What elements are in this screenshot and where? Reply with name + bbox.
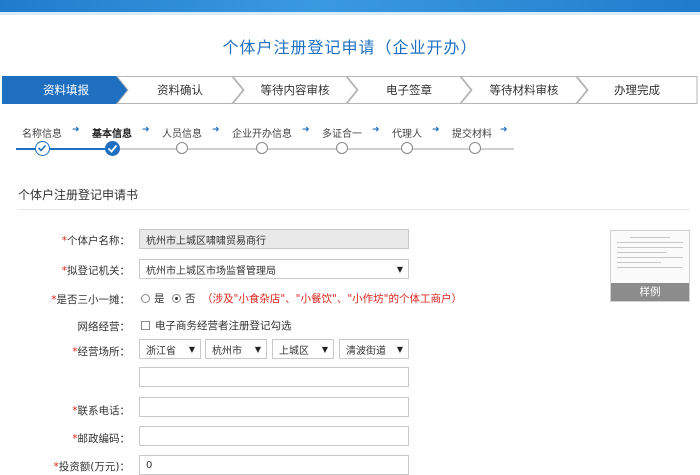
check-icon (37, 144, 47, 152)
city-select[interactable]: 杭州市 ▼ (205, 339, 267, 359)
address-detail-input[interactable] (139, 367, 409, 387)
radio-no[interactable] (172, 294, 181, 303)
three-small-hint: （涉及"小食杂店"、"小餐饮"、"小作坊"的个体工商户） (202, 293, 462, 305)
arrow-right-icon: ➜ (72, 125, 80, 135)
check-icon (107, 144, 118, 153)
three-small-label: *是否三小一摊： (51, 294, 130, 306)
postcode-input[interactable] (139, 426, 409, 446)
ecommerce-checkbox-label: 电子商务经营者注册登记勾选 (155, 320, 292, 332)
investment-input[interactable]: 0 (139, 455, 409, 475)
district-select[interactable]: 上城区 ▼ (272, 339, 334, 359)
sample-document-preview (617, 237, 683, 272)
radio-no-label: 否 (185, 293, 196, 305)
investment-label: *投资额(万元)： (53, 461, 130, 473)
substep-node (176, 142, 188, 154)
substep-submit-materials[interactable]: 提交材料 (452, 125, 492, 140)
step-content-review[interactable]: 等待内容审核 (232, 76, 358, 104)
step-label: 资料确认 (157, 83, 203, 97)
caret-down-icon: ▼ (254, 345, 261, 354)
substep-multi-cert[interactable]: 多证合一 (322, 125, 362, 140)
sample-label: 样例 (611, 283, 689, 301)
name-label: *个体户名称： (61, 235, 130, 247)
radio-yes[interactable] (141, 294, 150, 303)
authority-select[interactable]: 杭州市上城区市场监督管理局 ▼ (139, 259, 409, 279)
street-select[interactable]: 清波街道 ▼ (339, 339, 409, 359)
section-divider (18, 209, 690, 210)
page-title: 个体户注册登记申请（企业开办） (222, 38, 478, 57)
top-banner (0, 0, 700, 12)
sample-thumbnail[interactable]: 样例 (610, 230, 690, 302)
online-label: 网络经营： (77, 321, 131, 333)
substep-personnel-info[interactable]: 人员信息 (162, 125, 202, 140)
step-complete[interactable]: 办理完成 (576, 76, 698, 104)
caret-down-icon: ▼ (188, 345, 195, 354)
step-material-review[interactable]: 等待材料审核 (460, 76, 588, 104)
caret-down-icon: ▼ (396, 265, 403, 274)
authority-label: *拟登记机关： (61, 265, 130, 277)
progress-steps: 资料填报 资料确认 等待内容审核 电子签章 等待材料审核 办理完成 (0, 76, 700, 104)
substep-node-done (35, 141, 50, 156)
radio-yes-label: 是 (154, 293, 165, 305)
caret-down-icon: ▼ (396, 345, 403, 354)
step-fill-info[interactable]: 资料填报 (2, 76, 130, 104)
step-label: 等待内容审核 (260, 83, 330, 97)
step-confirm[interactable]: 资料确认 (116, 76, 244, 104)
step-label: 办理完成 (614, 83, 660, 97)
step-e-signature[interactable]: 电子签章 (346, 76, 472, 104)
postcode-label: *邮政编码： (72, 433, 130, 445)
phone-label: *联系电话： (72, 405, 130, 417)
arrow-right-icon: ➜ (500, 125, 508, 135)
substep-labels: 名称信息 ➜ 基本信息 ➜ 人员信息 ➜ 企业开办信息 ➜ 多证合一 ➜ 代理人… (0, 125, 700, 140)
step-label: 电子签章 (386, 83, 432, 97)
arrow-right-icon: ➜ (432, 125, 440, 135)
substep-agent[interactable]: 代理人 (392, 125, 422, 140)
ecommerce-checkbox[interactable] (141, 321, 150, 330)
substep-node-current (105, 141, 120, 156)
caret-down-icon: ▼ (321, 345, 328, 354)
substep-node (469, 142, 481, 154)
substep-track-progress (16, 148, 112, 150)
substep-basic-info[interactable]: 基本信息 (92, 125, 132, 140)
arrow-right-icon: ➜ (212, 125, 220, 135)
business-name-input[interactable]: 杭州市上城区啸啸贸易商行 (139, 229, 409, 249)
phone-input[interactable] (139, 397, 409, 417)
step-label: 等待材料审核 (489, 83, 559, 97)
substep-name-info[interactable]: 名称信息 (22, 125, 62, 140)
substep-node (256, 142, 268, 154)
arrow-right-icon: ➜ (372, 125, 380, 135)
section-title: 个体户注册登记申请书 (18, 188, 139, 202)
province-select[interactable]: 浙江省 ▼ (139, 339, 201, 359)
arrow-right-icon: ➜ (302, 125, 310, 135)
arrow-right-icon: ➜ (142, 125, 150, 135)
step-label: 资料填报 (43, 83, 89, 97)
substep-enterprise-info[interactable]: 企业开办信息 (232, 125, 292, 140)
substep-node (336, 142, 348, 154)
top-banner-stripe (0, 12, 700, 15)
substep-node (401, 142, 413, 154)
address-label: *经营场所： (72, 346, 130, 358)
